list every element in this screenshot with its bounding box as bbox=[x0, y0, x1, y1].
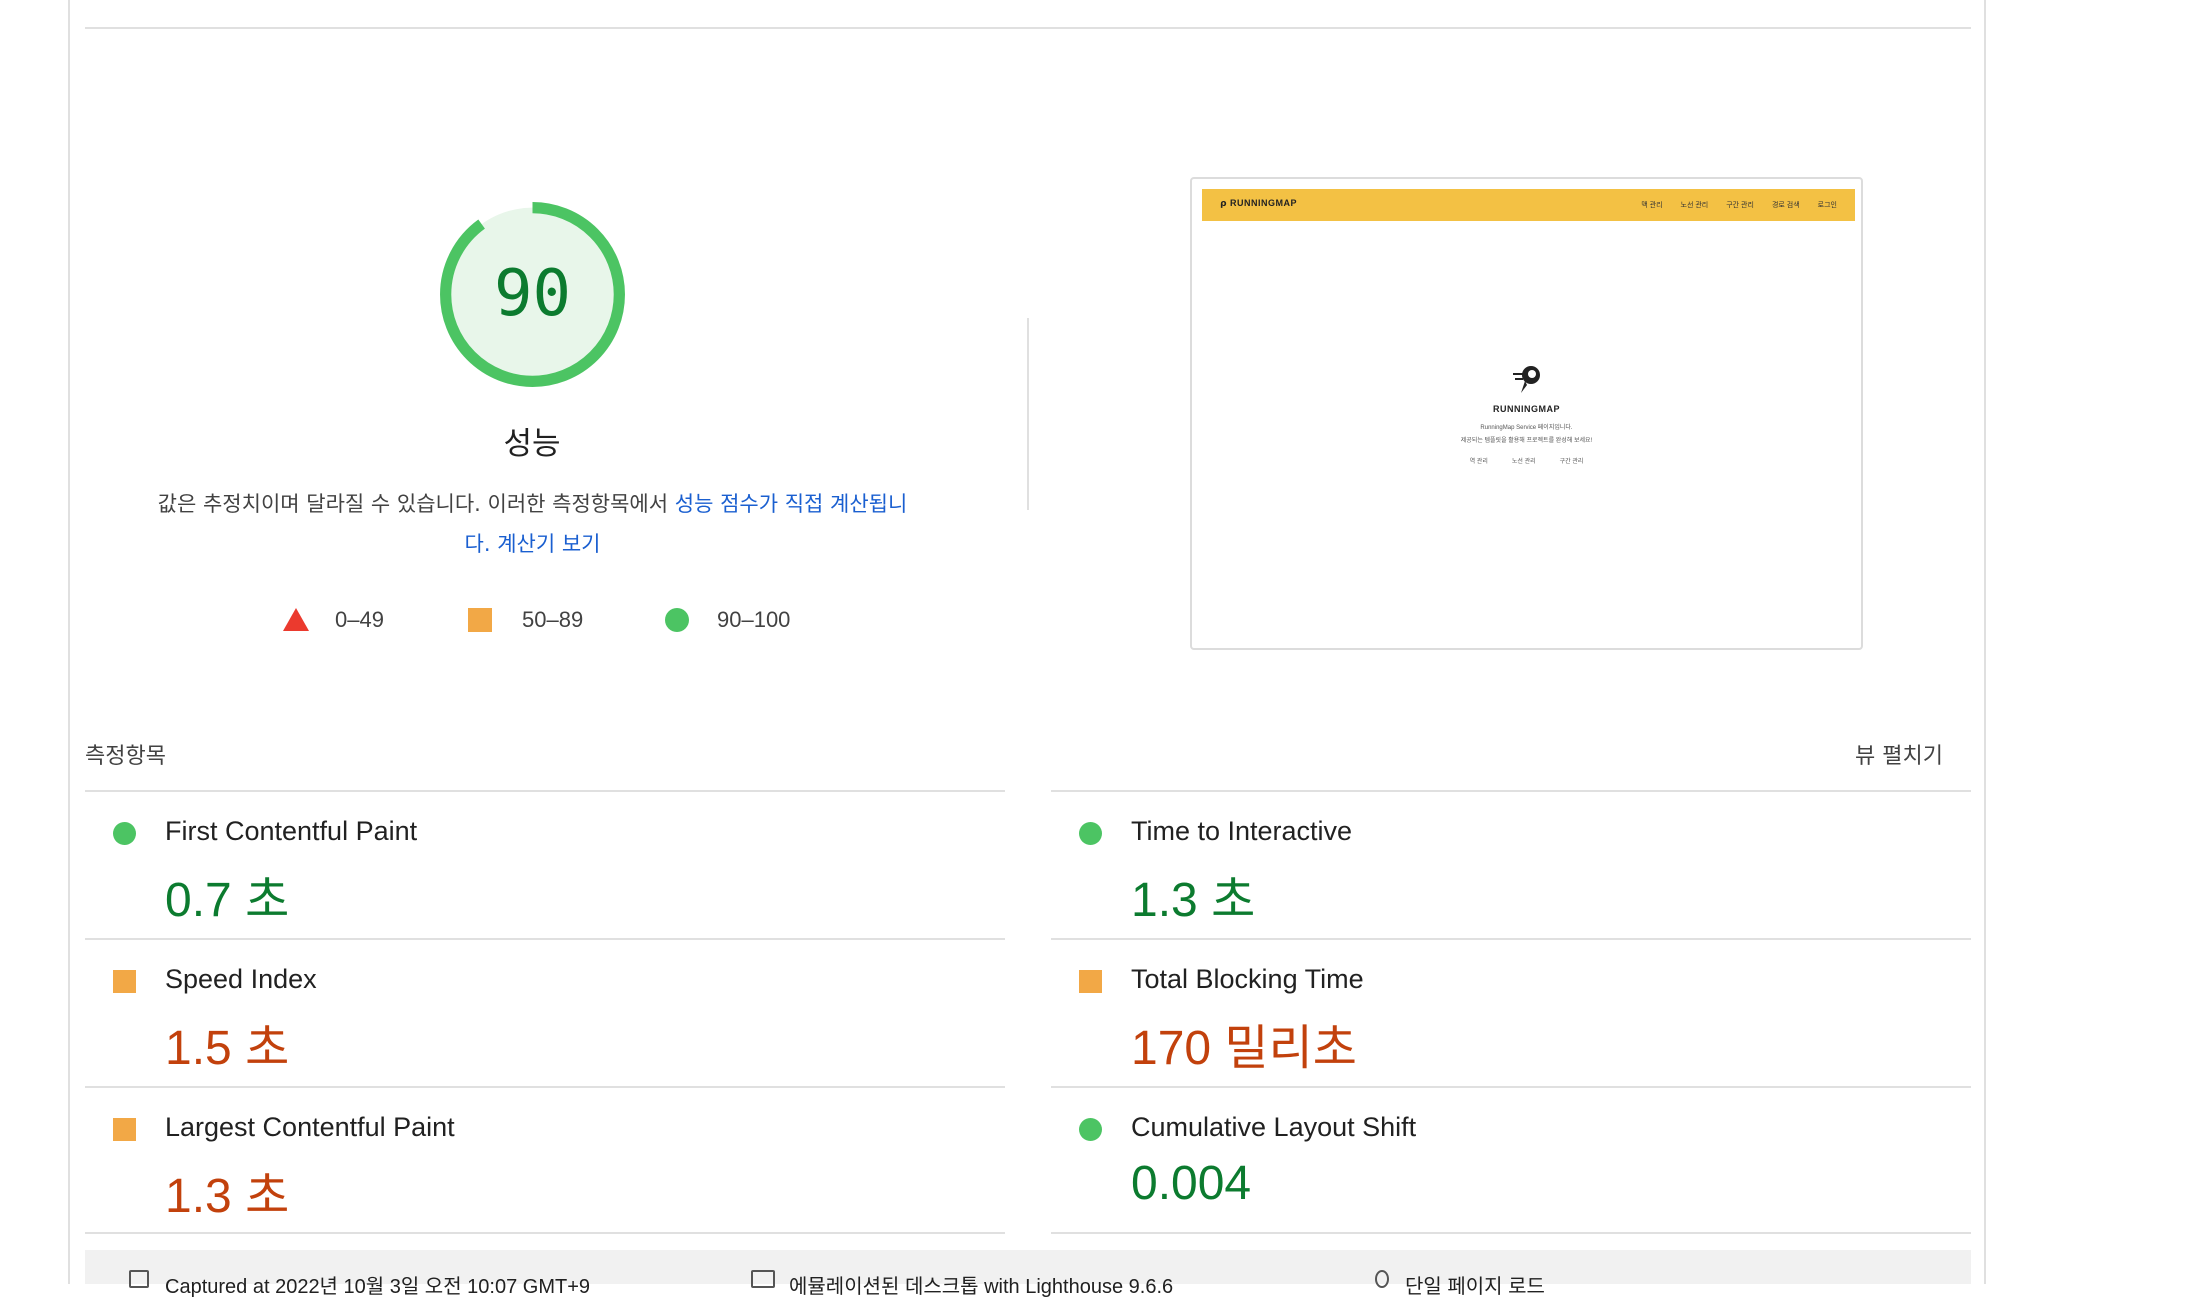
runner-logo-icon bbox=[1512, 366, 1540, 393]
score-description: 값은 추정치이며 달라질 수 있습니다. 이러한 측정항목에서 성능 점수가 직… bbox=[120, 484, 945, 564]
average-square-icon bbox=[468, 608, 492, 632]
performance-score: 90 bbox=[493, 257, 572, 331]
metric-name: Time to Interactive bbox=[1131, 816, 1353, 846]
metric-value: 170 밀리초 bbox=[1131, 1022, 1357, 1075]
metric-tti: Time to Interactive 1.3 초 bbox=[1051, 792, 1971, 940]
metric-name: Largest Contentful Paint bbox=[165, 1112, 455, 1142]
metric-name: First Contentful Paint bbox=[165, 816, 418, 846]
thumb-nav-item: 노선 관리 bbox=[1680, 202, 1709, 209]
legend-fail-range: 0–49 bbox=[335, 607, 384, 632]
metric-fcp: First Contentful Paint 0.7 초 bbox=[85, 792, 1005, 940]
metric-name: Cumulative Layout Shift bbox=[1131, 1112, 1417, 1142]
average-square-icon bbox=[113, 1118, 136, 1141]
metric-speed-index: Speed Index 1.5 초 bbox=[85, 940, 1005, 1088]
top-divider bbox=[85, 27, 1971, 29]
metric-divider bbox=[85, 1232, 1005, 1234]
thumb-nav-item: 구간 관리 bbox=[1726, 202, 1754, 209]
thumb-brand: RUNNINGMAP bbox=[1493, 404, 1560, 414]
average-square-icon bbox=[1079, 970, 1102, 993]
device-emulation: 에뮬레이션된 데스크톱 with Lighthouse 9.6.6 bbox=[789, 1276, 1174, 1298]
metric-value: 1.3 초 bbox=[165, 1170, 290, 1223]
thumb-line: RunningMap Service 페이지입니다. bbox=[1480, 425, 1573, 431]
session-type: 단일 페이지 로드 bbox=[1405, 1276, 1545, 1298]
pass-circle-icon bbox=[665, 608, 689, 632]
desktop-icon bbox=[751, 1270, 775, 1288]
thumb-link: 역 관리 bbox=[1469, 459, 1488, 465]
thumb-nav: 맥 관리 노선 관리 구간 관리 경로 검색 로그인 bbox=[1641, 200, 1837, 210]
metric-tbt: Total Blocking Time 170 밀리초 bbox=[1051, 940, 1971, 1088]
thumb-links: 역 관리 노선 관리 구간 관리 bbox=[1192, 456, 1861, 465]
metric-name: Speed Index bbox=[165, 964, 317, 994]
performance-gauge[interactable]: 90 bbox=[436, 198, 629, 391]
metric-value: 0.7 초 bbox=[165, 874, 290, 927]
pass-circle-icon bbox=[1079, 1118, 1102, 1141]
final-screenshot[interactable]: ⍴ RUNNINGMAP 맥 관리 노선 관리 구간 관리 경로 검색 로그인 … bbox=[1190, 177, 1863, 650]
fail-triangle-icon bbox=[283, 608, 309, 631]
metric-cls: Cumulative Layout Shift 0.004 bbox=[1051, 1088, 1971, 1236]
calculator-link[interactable]: 계산기 보기 bbox=[497, 532, 600, 556]
pass-circle-icon bbox=[1079, 822, 1102, 845]
thumb-nav-item: 로그인 bbox=[1817, 202, 1837, 209]
thumb-nav-item: 맥 관리 bbox=[1641, 202, 1663, 209]
metric-name: Total Blocking Time bbox=[1131, 964, 1364, 994]
average-square-icon bbox=[113, 970, 136, 993]
person-icon bbox=[1375, 1270, 1389, 1288]
pass-circle-icon bbox=[113, 822, 136, 845]
description-text: 값은 추정치이며 달라질 수 있습니다. 이러한 측정항목에서 bbox=[157, 492, 675, 516]
vertical-separator bbox=[1027, 318, 1029, 510]
metric-value: 1.5 초 bbox=[165, 1022, 290, 1075]
thumb-line: 제공되는 템플릿을 활용해 프로젝트를 완성해 보세요! bbox=[1460, 438, 1593, 444]
score-calc-link-cont[interactable]: 다. bbox=[465, 532, 491, 556]
metrics-header: 측정항목 bbox=[85, 744, 166, 769]
thumb-link: 노선 관리 bbox=[1511, 459, 1536, 465]
legend-pass-range: 90–100 bbox=[717, 607, 791, 632]
thumb-logo: ⍴ RUNNINGMAP bbox=[1220, 198, 1297, 208]
score-calc-link[interactable]: 성능 점수가 직접 계산됩니 bbox=[675, 492, 908, 516]
captured-at: Captured at 2022년 10월 3일 오전 10:07 GMT+9 bbox=[165, 1276, 590, 1298]
metric-divider bbox=[1051, 1232, 1971, 1234]
thumb-content: RUNNINGMAP RunningMap Service 페이지입니다. 제공… bbox=[1192, 361, 1861, 465]
thumb-link: 구간 관리 bbox=[1559, 459, 1584, 465]
thumb-header: ⍴ RUNNINGMAP 맥 관리 노선 관리 구간 관리 경로 검색 로그인 bbox=[1202, 189, 1855, 221]
metric-lcp: Largest Contentful Paint 1.3 초 bbox=[85, 1088, 1005, 1236]
legend-average-range: 50–89 bbox=[522, 607, 584, 632]
runtime-settings-bar: Captured at 2022년 10월 3일 오전 10:07 GMT+9 … bbox=[85, 1250, 1971, 1298]
metric-value: 0.004 bbox=[1131, 1157, 1252, 1210]
metric-value: 1.3 초 bbox=[1131, 874, 1256, 927]
thumb-nav-item: 경로 검색 bbox=[1771, 202, 1800, 209]
expand-view-toggle[interactable]: 뷰 펼치기 bbox=[1855, 738, 1943, 770]
calendar-icon bbox=[129, 1270, 149, 1288]
performance-label: 성능 bbox=[503, 426, 561, 462]
